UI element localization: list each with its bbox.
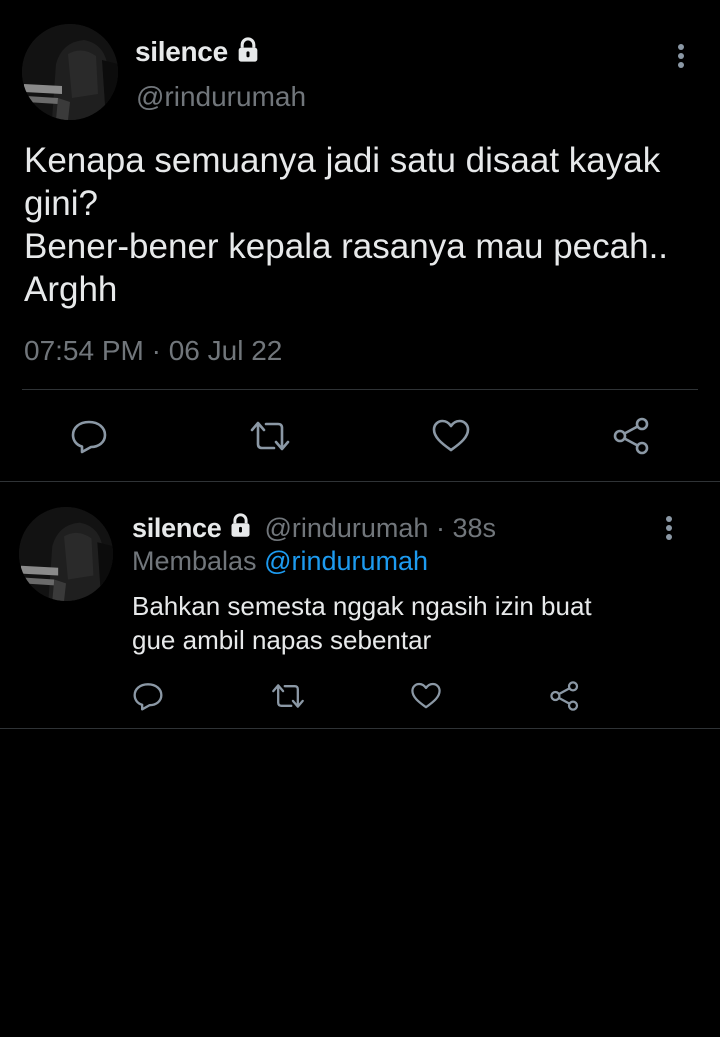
avatar-image [22, 24, 118, 120]
retweet-button[interactable] [269, 678, 307, 714]
lock-icon [227, 512, 254, 544]
tweet-text-line: Arghh [24, 270, 118, 309]
share-button[interactable] [612, 416, 652, 456]
like-button[interactable] [430, 416, 472, 456]
share-icon [613, 417, 649, 455]
retweet-button[interactable] [248, 416, 292, 456]
like-button[interactable] [408, 678, 444, 714]
reply-tweet[interactable]: silence @rindurumah · 38s Membalas @rind… [0, 482, 720, 728]
share-icon [550, 681, 579, 711]
replying-to-label: Membalas [132, 546, 257, 576]
reply-icon [133, 683, 163, 711]
tweet-text-line: gini? [24, 184, 98, 223]
reply-button[interactable] [68, 416, 110, 456]
heart-icon [432, 419, 470, 452]
display-name[interactable]: silence [132, 513, 222, 544]
tweet-timestamp[interactable]: 07:54 PM · 06 Jul 22 [24, 335, 282, 367]
display-name[interactable]: silence [135, 36, 228, 68]
divider [22, 389, 698, 390]
tweet-text-line: Bahkan semesta nggak ngasih izin buat [132, 591, 592, 621]
retweet-icon [272, 684, 304, 708]
more-vertical-icon[interactable] [669, 40, 693, 72]
avatar-image [19, 507, 113, 601]
tweet-text-line: Bener-bener kepala rasanya mau pecah.. [24, 227, 669, 266]
replying-to: Membalas @rindurumah [132, 546, 428, 577]
avatar[interactable] [22, 24, 118, 120]
divider [0, 728, 720, 729]
reply-button[interactable] [130, 678, 166, 714]
tweet-text: Kenapa semuanya jadi satu disaat kayak g… [24, 139, 704, 311]
heart-icon [411, 682, 441, 709]
author-handle-time[interactable]: @rindurumah · 38s [264, 513, 496, 544]
tweet-text-line: gue ambil napas sebentar [132, 625, 432, 655]
reply-icon [71, 420, 107, 454]
author-name-row: silence [135, 36, 262, 68]
share-button[interactable] [547, 678, 583, 714]
author-name-row: silence @rindurumah · 38s [132, 512, 496, 544]
replying-to-mention[interactable]: @rindurumah [264, 546, 428, 576]
more-vertical-icon[interactable] [657, 512, 681, 544]
lock-icon [234, 36, 262, 69]
author-handle[interactable]: @rindurumah [136, 81, 306, 113]
main-tweet: silence @rindurumah Kenapa semuanya jadi… [0, 0, 720, 480]
tweet-text: Bahkan semesta nggak ngasih izin buat gu… [132, 589, 692, 657]
retweet-icon [250, 421, 290, 451]
avatar[interactable] [19, 507, 113, 601]
tweet-text-line: Kenapa semuanya jadi satu disaat kayak [24, 141, 661, 180]
